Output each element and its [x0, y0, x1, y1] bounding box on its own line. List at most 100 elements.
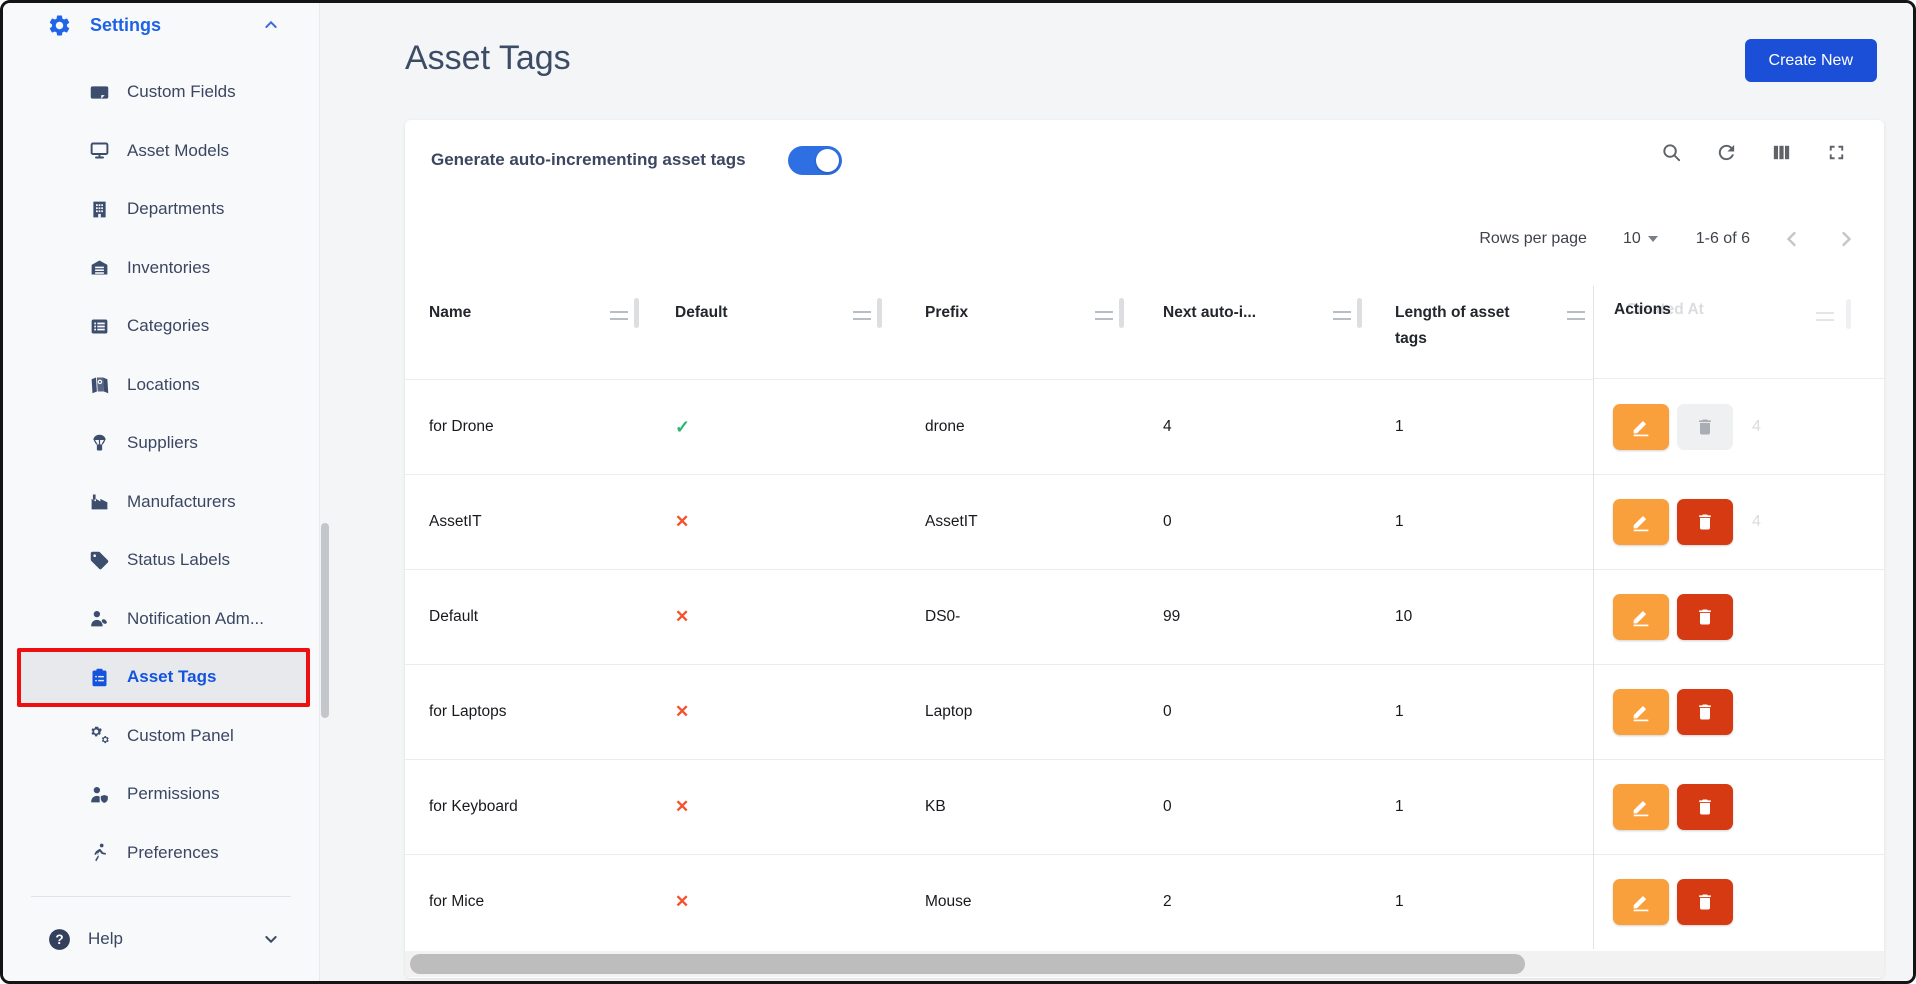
auto-increment-toggle-row: Generate auto-incrementing asset tags: [431, 137, 842, 183]
refresh-icon[interactable]: [1714, 140, 1738, 164]
sidebar-item-permissions[interactable]: Permissions: [3, 765, 319, 824]
cell-name: AssetIT: [429, 475, 482, 569]
delete-button[interactable]: [1677, 404, 1733, 450]
delete-button[interactable]: [1677, 879, 1733, 925]
column-resize-bar: [1846, 299, 1851, 329]
sidebar: Settings Custom Fields Asset Models Depa…: [3, 3, 320, 981]
preferences-icon: [89, 842, 110, 863]
sidebar-item-label: Inventories: [127, 258, 210, 278]
column-resize-bar[interactable]: [634, 298, 639, 328]
permissions-icon: [89, 784, 110, 805]
column-header-prefix[interactable]: Prefix: [925, 300, 968, 326]
table-row: AssetIT ✕ AssetIT 0 1: [405, 474, 1593, 569]
pagination-bar: Rows per page 10 1-6 of 6: [1479, 223, 1858, 255]
sidebar-item-label: Status Labels: [127, 550, 230, 570]
column-resize-bar[interactable]: [1357, 298, 1362, 328]
column-header-name[interactable]: Name: [429, 300, 471, 326]
sidebar-divider: [31, 896, 291, 897]
drag-handle-icon[interactable]: [610, 311, 628, 320]
create-new-button[interactable]: Create New: [1745, 39, 1877, 82]
drag-handle-icon[interactable]: [1567, 311, 1585, 320]
edit-button[interactable]: [1613, 784, 1669, 830]
drag-handle-icon: [1816, 312, 1834, 321]
rows-per-page-select[interactable]: 10: [1623, 230, 1658, 248]
delete-button[interactable]: [1677, 594, 1733, 640]
view-columns-icon[interactable]: [1769, 140, 1793, 164]
edit-button[interactable]: [1613, 404, 1669, 450]
sidebar-item-label: Preferences: [127, 843, 219, 863]
edit-button[interactable]: [1613, 499, 1669, 545]
search-icon[interactable]: [1659, 140, 1683, 164]
sidebar-item-preferences[interactable]: Preferences: [3, 824, 319, 883]
actions-cell: 4: [1594, 379, 1884, 474]
column-header-default[interactable]: Default: [675, 300, 728, 326]
sidebar-item-help[interactable]: ? Help: [3, 915, 319, 963]
default-mark: ✕: [675, 665, 689, 759]
manufacturers-icon: [89, 491, 110, 512]
sidebar-item-asset-models[interactable]: Asset Models: [3, 122, 319, 181]
sidebar-nav: Custom Fields Asset Models Departments I…: [3, 63, 319, 882]
actions-cell: [1594, 569, 1884, 664]
delete-button[interactable]: [1677, 689, 1733, 735]
horizontal-scrollbar-thumb[interactable]: [410, 954, 1525, 974]
inventories-icon: [89, 257, 110, 278]
edit-button[interactable]: [1613, 689, 1669, 735]
cell-next-auto-increment: 0: [1163, 665, 1172, 759]
sidebar-item-label: Asset Tags: [127, 667, 216, 687]
sidebar-header-settings[interactable]: Settings: [3, 3, 319, 47]
delete-button[interactable]: [1677, 784, 1733, 830]
sidebar-item-inventories[interactable]: Inventories: [3, 239, 319, 298]
edit-button[interactable]: [1613, 879, 1669, 925]
help-icon: ?: [47, 927, 72, 952]
cell-prefix: Laptop: [925, 665, 972, 759]
cell-name: Default: [429, 570, 478, 664]
sidebar-item-label: Categories: [127, 316, 209, 336]
asset-tags-icon: [89, 667, 110, 688]
sidebar-item-label: Permissions: [127, 784, 220, 804]
chevron-up-icon[interactable]: [263, 17, 279, 33]
drag-handle-icon[interactable]: [1095, 311, 1113, 320]
sidebar-item-label: Departments: [127, 199, 224, 219]
column-resize-bar[interactable]: [1119, 298, 1124, 328]
fullscreen-icon[interactable]: [1824, 140, 1848, 164]
actions-cell: [1594, 854, 1884, 949]
notification-admin-icon: [89, 608, 110, 629]
next-page-icon[interactable]: [1834, 227, 1858, 251]
caret-down-icon: [1648, 236, 1658, 242]
default-mark: ✕: [675, 760, 689, 854]
departments-icon: [89, 199, 110, 220]
sidebar-scrollbar-thumb[interactable]: [321, 523, 329, 718]
chevron-down-icon[interactable]: [263, 931, 279, 947]
delete-button[interactable]: [1677, 499, 1733, 545]
sidebar-item-custom-fields[interactable]: Custom Fields: [3, 63, 319, 122]
drag-handle-icon[interactable]: [853, 311, 871, 320]
column-header-length[interactable]: Length of asset tags: [1395, 300, 1513, 352]
sidebar-item-suppliers[interactable]: Suppliers: [3, 414, 319, 473]
sidebar-item-notification-admin[interactable]: Notification Adm...: [3, 590, 319, 649]
cell-name: for Laptops: [429, 665, 507, 759]
hidden-cell-fragment: 4: [1752, 475, 1761, 569]
cell-length: 1: [1395, 665, 1513, 759]
cell-next-auto-increment: 99: [1163, 570, 1180, 664]
sidebar-item-custom-panel[interactable]: Custom Panel: [3, 707, 319, 766]
hidden-cell-fragment: 4: [1752, 379, 1761, 474]
locations-icon: [89, 374, 110, 395]
edit-button[interactable]: [1613, 594, 1669, 640]
previous-page-icon[interactable]: [1780, 227, 1804, 251]
column-resize-bar[interactable]: [877, 298, 882, 328]
auto-increment-toggle[interactable]: [788, 146, 842, 175]
sidebar-item-locations[interactable]: Locations: [3, 356, 319, 415]
cell-name: for Mice: [429, 855, 484, 949]
cell-length: 10: [1395, 570, 1513, 664]
rows-per-page-label: Rows per page: [1479, 230, 1587, 248]
sidebar-item-status-labels[interactable]: Status Labels: [3, 531, 319, 590]
sidebar-item-manufacturers[interactable]: Manufacturers: [3, 473, 319, 532]
drag-handle-icon[interactable]: [1333, 311, 1351, 320]
main-content: Asset Tags Create New Generate auto-incr…: [321, 3, 1913, 981]
pagination-range: 1-6 of 6: [1696, 230, 1750, 248]
sidebar-item-categories[interactable]: Categories: [3, 297, 319, 356]
sidebar-item-departments[interactable]: Departments: [3, 180, 319, 239]
column-header-next-auto-increment[interactable]: Next auto-i...: [1163, 300, 1256, 326]
sidebar-item-asset-tags[interactable]: Asset Tags: [17, 648, 310, 707]
sidebar-item-label: Custom Fields: [127, 82, 236, 102]
